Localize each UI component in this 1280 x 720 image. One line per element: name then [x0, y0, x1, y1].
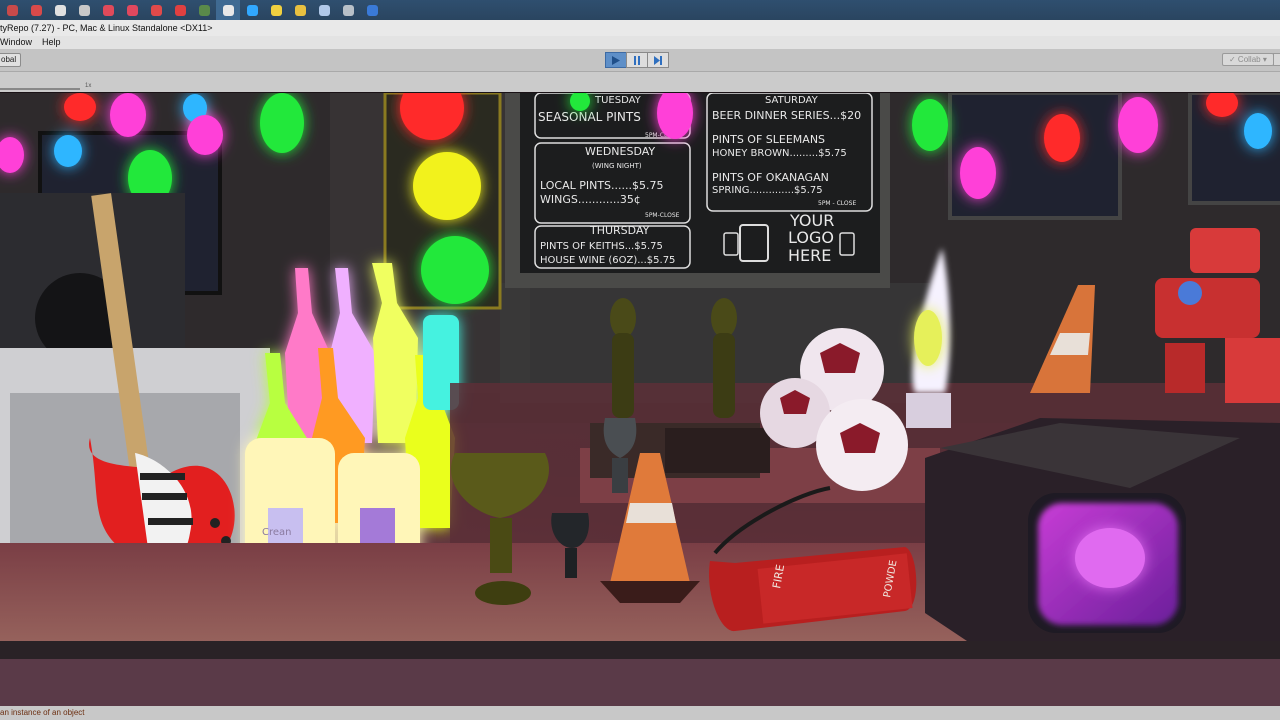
playmode-controls: [605, 52, 669, 68]
unity-icon[interactable]: [216, 0, 240, 20]
chalk-line: 5PM-CLOSE: [645, 212, 680, 219]
play-icon: [612, 55, 620, 65]
collab-button[interactable]: ✓ Collab ▾: [1222, 53, 1274, 66]
chalk-line: SATURDAY: [765, 95, 819, 106]
chalk-line: THURSDAY: [589, 224, 650, 237]
pause-icon: [634, 55, 640, 65]
game-scene: TUESDAY SEASONAL PINTS 5PM-CLOSE WEDNESD…: [0, 93, 1280, 706]
chrome-icon-glyph: [30, 4, 42, 16]
chalk-line: HONEY BROWN.........$5.75: [712, 148, 847, 159]
chalk-line: LOGO: [788, 228, 834, 247]
app-icon[interactable]: [72, 0, 96, 20]
menu-item-window[interactable]: Window: [0, 36, 32, 49]
start-icon-glyph: [6, 4, 18, 16]
pivot-global-toggle[interactable]: obal: [0, 53, 22, 67]
chalk-line: (WING NIGHT): [592, 162, 642, 170]
chalk-line: 5PM - CLOSE: [818, 200, 856, 207]
photoshop-icon[interactable]: [240, 0, 264, 20]
app-icon[interactable]: [336, 0, 360, 20]
bar-rail: [0, 641, 1280, 659]
status-message: an instance of an object: [0, 708, 85, 717]
chalk-line: WINGS............35¢: [540, 193, 641, 206]
app-icon-glyph: [294, 4, 306, 16]
app-icon-glyph: [198, 4, 210, 16]
chalk-line: PINTS OF KEITHS...$5.75: [540, 241, 663, 252]
step-button[interactable]: [647, 52, 669, 68]
menu-bar: Window Help: [0, 36, 1280, 49]
app-icon-glyph: [318, 4, 330, 16]
app-icon[interactable]: [288, 0, 312, 20]
scale-label: 1x: [85, 83, 92, 89]
python-icon-glyph: [270, 4, 282, 16]
menu-item-help[interactable]: Help: [42, 36, 61, 49]
app-icon[interactable]: [48, 0, 72, 20]
unity-toolbar: obal ✓ Collab ▾: [0, 49, 1280, 72]
traffic-light: [383, 93, 502, 310]
unity-icon-glyph: [222, 4, 234, 16]
app-icon[interactable]: [96, 0, 120, 20]
app-icon-glyph: [54, 4, 66, 16]
game-viewport[interactable]: TUESDAY SEASONAL PINTS 5PM-CLOSE WEDNESD…: [0, 93, 1280, 706]
app-icon-glyph: [78, 4, 90, 16]
bottle-label: Crean: [262, 527, 292, 538]
chalk-line: PINTS OF SLEEMANS: [712, 133, 825, 146]
app-icon[interactable]: [120, 0, 144, 20]
chalk-line: SPRING..............$5.75: [712, 185, 823, 196]
python-icon[interactable]: [264, 0, 288, 20]
os-taskbar: [0, 0, 1280, 20]
pause-button[interactable]: [626, 52, 648, 68]
account-button[interactable]: [1273, 53, 1280, 66]
app-icon-glyph: [102, 4, 114, 16]
app-icon-glyph: [174, 4, 186, 16]
app-icon-glyph: [366, 4, 378, 16]
photoshop-icon-glyph: [246, 4, 258, 16]
start-icon[interactable]: [0, 0, 24, 20]
window-title-bar: ityRepo (7.27) - PC, Mac & Linux Standal…: [0, 20, 1280, 36]
chalk-line: HERE: [788, 246, 831, 265]
app-icon-glyph: [150, 4, 162, 16]
app-icon[interactable]: [192, 0, 216, 20]
app-icon-glyph: [126, 4, 138, 16]
chrome-icon[interactable]: [24, 0, 48, 20]
scale-slider[interactable]: [0, 88, 80, 90]
window-title: ityRepo (7.27) - PC, Mac & Linux Standal…: [0, 23, 213, 33]
app-icon[interactable]: [360, 0, 384, 20]
bar-front: [0, 659, 1280, 706]
step-icon: [654, 55, 662, 65]
chalk-line: BEER DINNER SERIES...$20: [712, 109, 861, 122]
play-button[interactable]: [605, 52, 627, 68]
game-view-toolbar: 1x: [0, 72, 1280, 92]
app-icon-glyph: [342, 4, 354, 16]
chalk-line: WEDNESDAY: [585, 145, 655, 158]
chalk-line: HOUSE WINE (6OZ)...$5.75: [540, 255, 675, 266]
chalk-line: LOCAL PINTS......$5.75: [540, 179, 664, 192]
chalk-line: PINTS OF OKANAGAN: [712, 171, 829, 184]
app-icon[interactable]: [168, 0, 192, 20]
chalk-line: TUESDAY: [594, 95, 642, 106]
app-icon[interactable]: [144, 0, 168, 20]
console-status-bar[interactable]: an instance of an object: [0, 706, 1280, 720]
app-icon[interactable]: [312, 0, 336, 20]
chalk-line: SEASONAL PINTS: [538, 110, 641, 124]
